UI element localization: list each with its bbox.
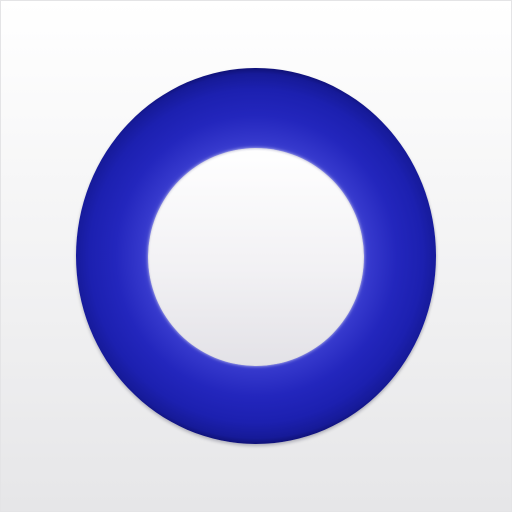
ring-center-hole [148, 148, 364, 366]
